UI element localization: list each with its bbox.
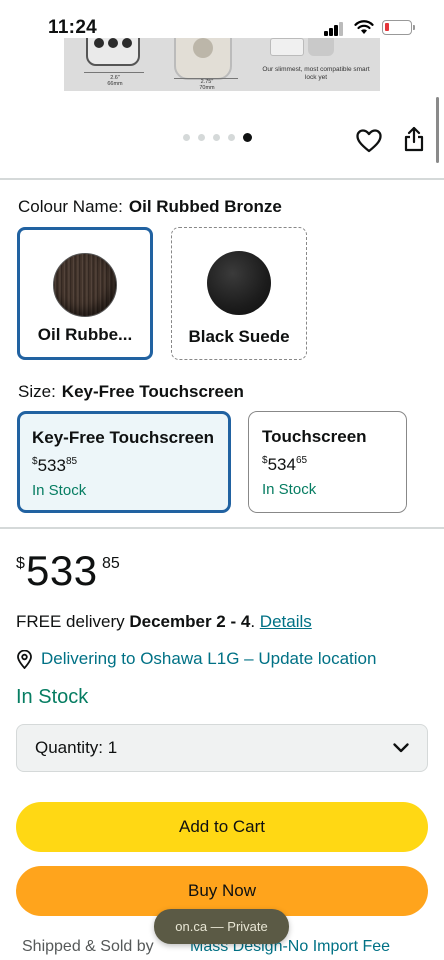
- quantity-text: Quantity: 1: [35, 738, 118, 757]
- carousel-dot-active[interactable]: [243, 133, 252, 142]
- browser-url-pill[interactable]: on.ca — Private: [154, 909, 289, 944]
- product-image[interactable]: 2.6" 66mm 2.75" 70mm Our slimmest, most co…: [64, 38, 380, 91]
- colour-option-black-suede[interactable]: Black Suede: [171, 227, 307, 360]
- price-currency: $: [16, 555, 25, 572]
- carousel-dot[interactable]: [183, 134, 190, 141]
- signal-icon: [324, 22, 344, 36]
- lock-side-image: [270, 38, 304, 56]
- colour-selected-value: Oil Rubbed Bronze: [128, 197, 282, 216]
- delivery-location-link[interactable]: Delivering to Oshawa L1G – Update locati…: [16, 649, 376, 669]
- size-option-price: $53385: [32, 456, 78, 475]
- colour-option-label: Oil Rubbe...: [37, 325, 133, 344]
- wifi-icon: [354, 20, 374, 34]
- availability-status: In Stock: [16, 686, 89, 708]
- lock-front-image: [174, 38, 232, 80]
- quantity-select[interactable]: Quantity: 1: [16, 724, 428, 772]
- size-option-stock: In Stock: [262, 481, 317, 498]
- share-icon[interactable]: [402, 126, 426, 152]
- dimension-width-2: 2.75" 70mm: [199, 79, 215, 91]
- size-label-row: Size: Key-Free Touchscreen: [18, 382, 244, 402]
- image-caption: Our slimmest, most compatible smart lock…: [262, 66, 370, 81]
- swatch-image: [53, 253, 117, 317]
- colour-label: Colour Name:: [18, 197, 123, 216]
- clock: 11:24: [48, 17, 98, 38]
- size-label: Size:: [18, 382, 56, 401]
- colour-label-row: Colour Name: Oil Rubbed Bronze: [18, 197, 282, 217]
- carousel-dots[interactable]: [183, 133, 252, 142]
- size-option-touchscreen[interactable]: Touchscreen $53465 In Stock: [248, 411, 407, 513]
- carousel-dot[interactable]: [228, 134, 235, 141]
- lock-keypad-image: [86, 38, 140, 66]
- location-pin-icon: [17, 649, 32, 669]
- add-to-cart-button[interactable]: Add to Cart: [16, 802, 428, 852]
- price-fraction: 85: [102, 555, 120, 572]
- price-whole: 533: [26, 547, 98, 594]
- section-divider: [0, 527, 444, 529]
- scroll-indicator: [436, 97, 439, 163]
- lock-thumb-image: [308, 38, 334, 56]
- delivery-info: FREE delivery December 2 - 4. Details: [16, 612, 312, 631]
- size-option-stock: In Stock: [32, 482, 87, 499]
- colour-option-label: Black Suede: [188, 327, 290, 346]
- location-text: Delivering to Oshawa L1G – Update locati…: [41, 649, 377, 668]
- chevron-down-icon: [393, 743, 409, 753]
- colour-option-oil-rubbed-bronze[interactable]: Oil Rubbe...: [17, 227, 153, 360]
- shipped-sold-label: Shipped & Sold by: [22, 938, 154, 955]
- delivery-details-link[interactable]: Details: [260, 612, 312, 631]
- size-option-title: Key-Free Touchscreen: [32, 428, 215, 447]
- size-option-key-free-touchscreen[interactable]: Key-Free Touchscreen $53385 In Stock: [17, 411, 231, 513]
- battery-icon: [382, 20, 415, 35]
- dimension-width-1: 2.6" 66mm: [107, 75, 123, 87]
- heart-icon[interactable]: [356, 129, 382, 153]
- carousel-dot[interactable]: [198, 134, 205, 141]
- delivery-dates: December 2 - 4: [129, 612, 251, 631]
- size-option-title: Touchscreen: [262, 427, 367, 446]
- carousel-dot[interactable]: [213, 134, 220, 141]
- size-selected-value: Key-Free Touchscreen: [61, 382, 244, 401]
- size-option-price: $53465: [262, 455, 308, 474]
- swatch-image: [207, 251, 271, 315]
- status-bar: 11:24: [0, 0, 444, 40]
- section-divider: [0, 178, 444, 180]
